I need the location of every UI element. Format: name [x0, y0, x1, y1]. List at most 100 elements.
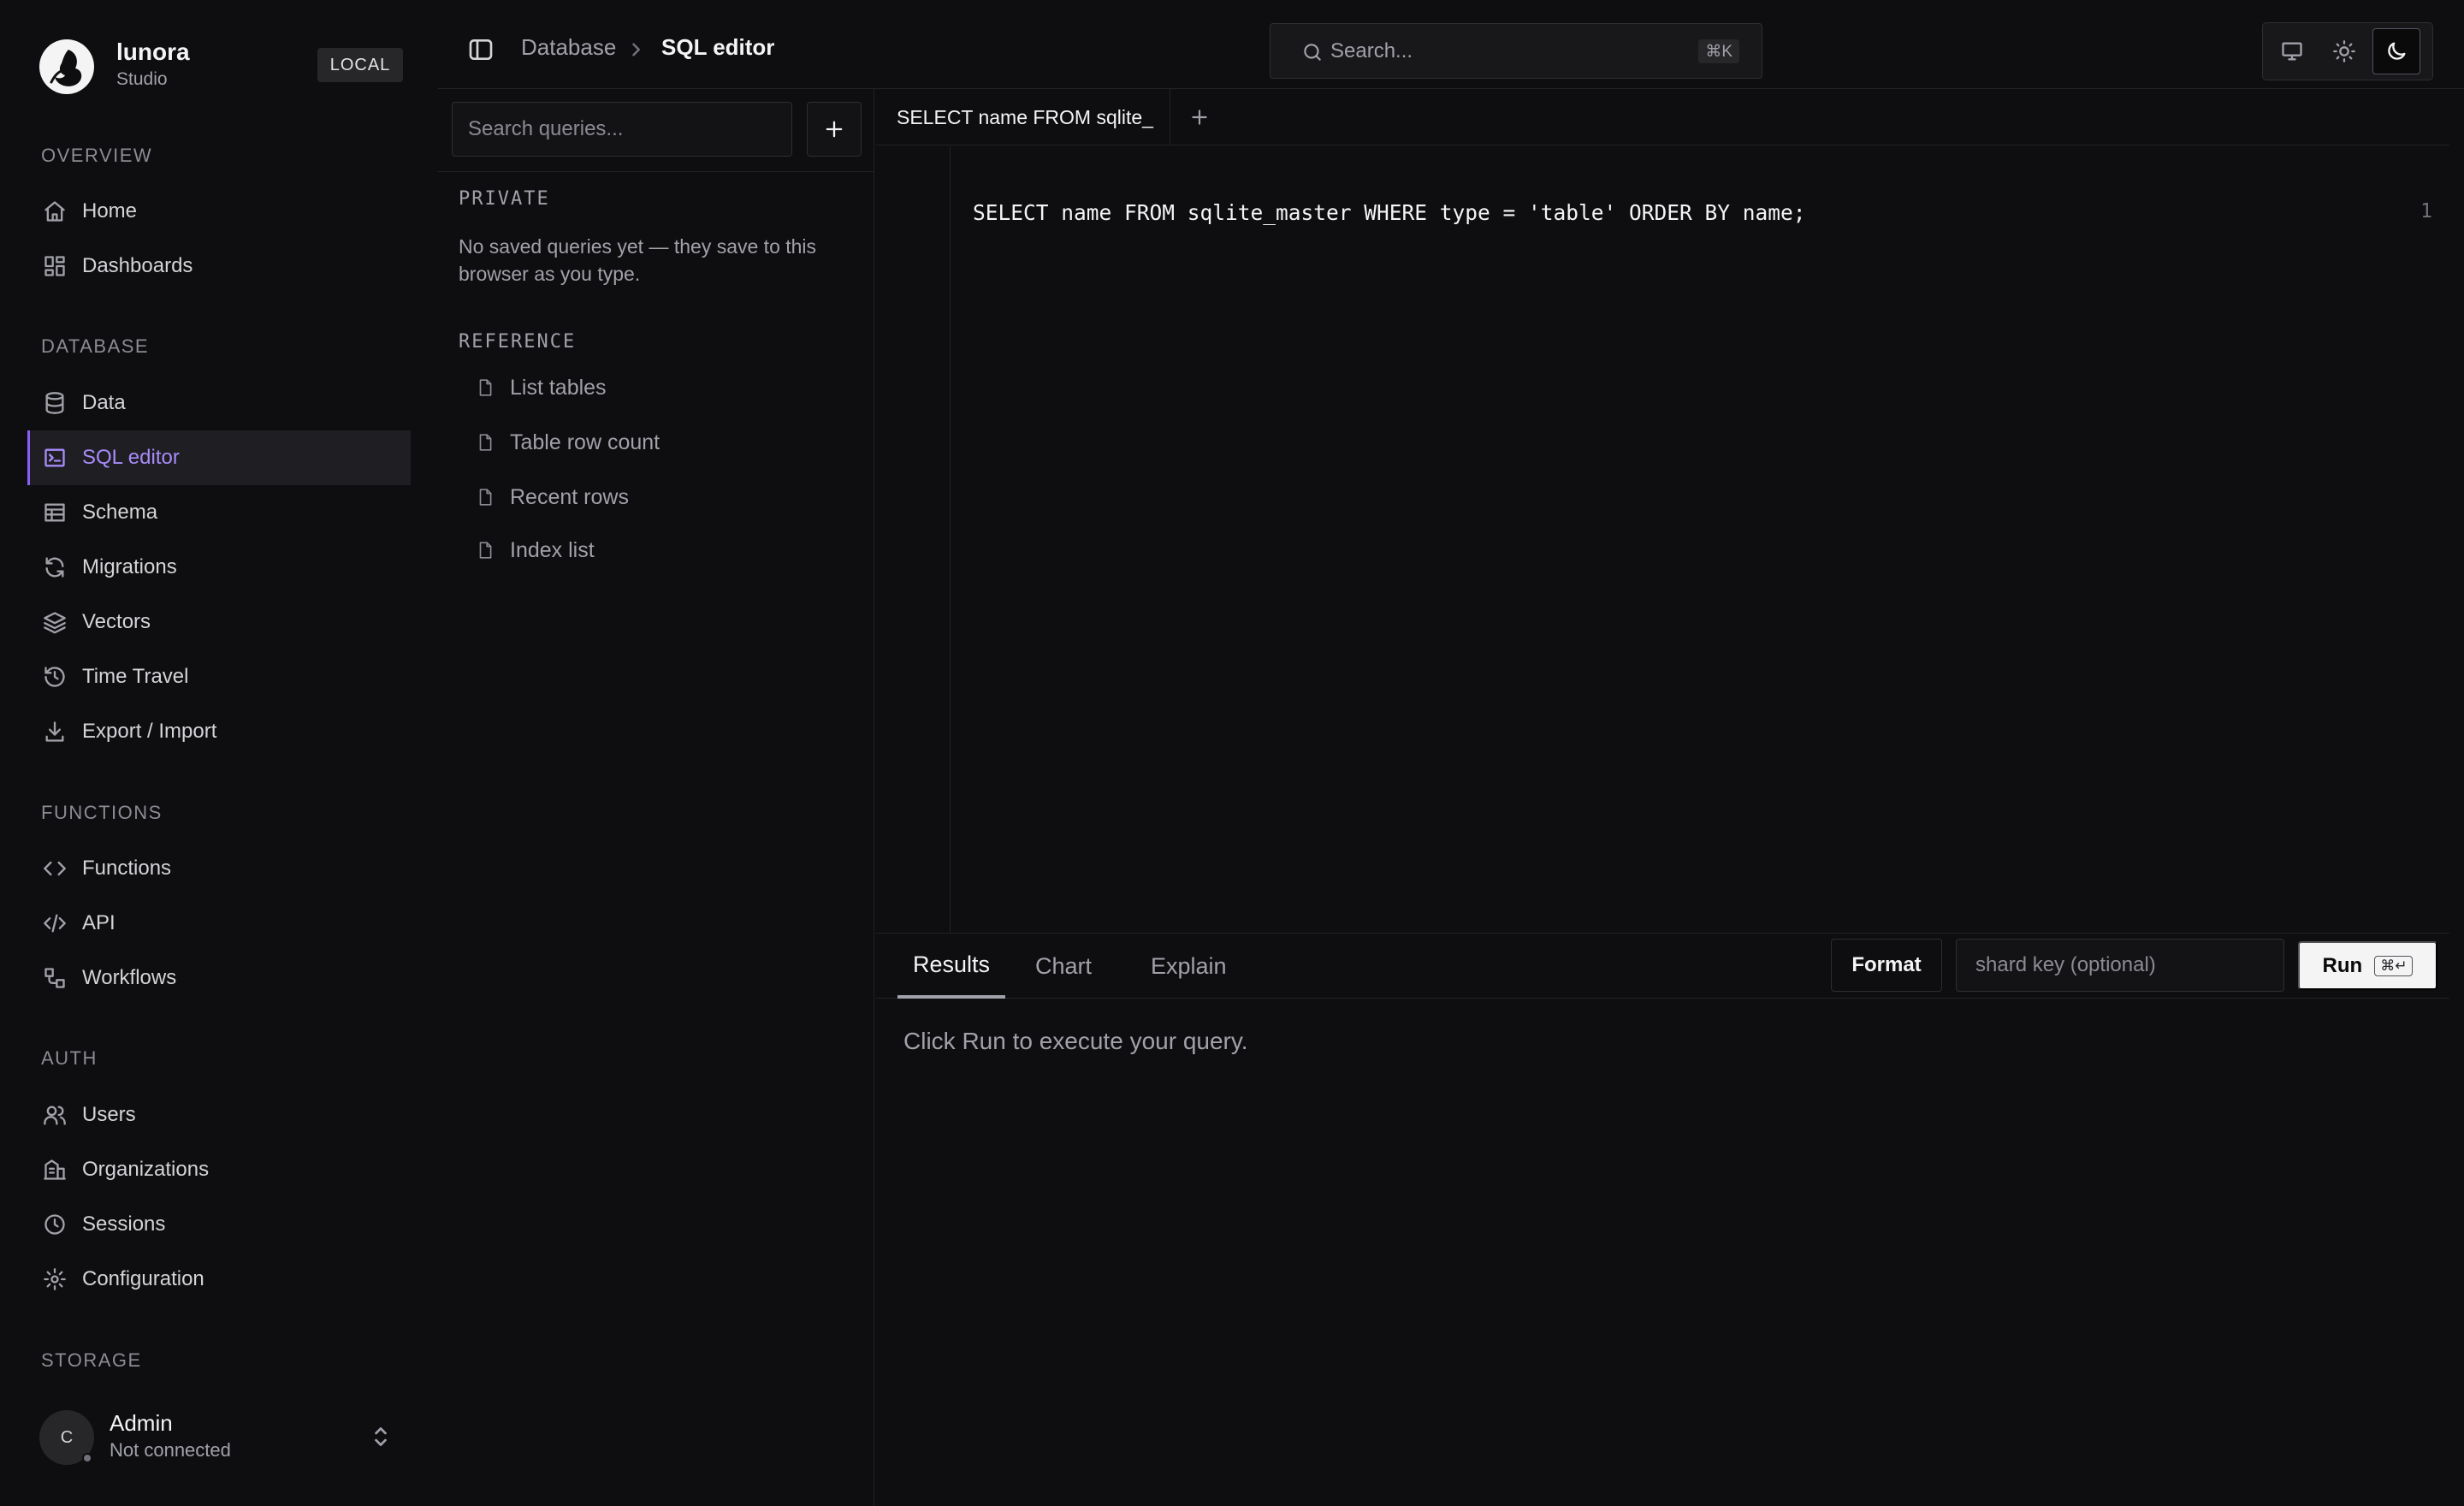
run-button[interactable]: Run ⌘↵ [2298, 941, 2437, 990]
reference-item-table-row-count[interactable]: Table row count [459, 421, 852, 464]
user-status: Not connected [110, 1439, 231, 1461]
query-search-input[interactable] [452, 102, 792, 157]
tab-explain[interactable]: Explain [1151, 934, 1227, 999]
nav-section-database: DATABASE [41, 335, 150, 357]
sidebar-item-dashboards[interactable]: Dashboards [27, 239, 411, 293]
plus-icon [822, 117, 846, 141]
sidebar-item-schema[interactable]: Schema [27, 485, 411, 540]
home-icon [43, 199, 67, 223]
plus-icon [1188, 106, 1211, 128]
sidebar-item-label: API [82, 911, 116, 934]
top-bar: Database SQL editor Search... ⌘K [438, 0, 2464, 89]
sidebar-toggle-icon[interactable] [467, 36, 495, 63]
sidebar-item-home[interactable]: Home [27, 184, 411, 239]
brand-subtitle: Studio [116, 69, 168, 89]
sidebar-item-label: Workflows [82, 966, 177, 989]
new-query-button[interactable] [807, 102, 862, 157]
sidebar-item-label: Dashboards [82, 254, 193, 277]
reference-item-index-list[interactable]: Index list [459, 529, 852, 572]
theme-light-button[interactable] [2320, 28, 2368, 74]
sidebar-item-api[interactable]: API [27, 896, 411, 951]
refresh-icon [43, 555, 67, 579]
file-icon [477, 541, 493, 560]
sidebar-item-label: Export / Import [82, 720, 217, 743]
search-icon [1301, 41, 1324, 63]
tab-results[interactable]: Results [897, 934, 1005, 999]
sidebar-item-label: SQL editor [82, 446, 180, 469]
file-icon [477, 433, 493, 452]
sidebar-item-organizations[interactable]: Organizations [27, 1142, 411, 1197]
reference-item-label: Table row count [510, 430, 660, 454]
theme-system-button[interactable] [2268, 28, 2316, 74]
results-empty-message: Click Run to execute your query. [903, 1028, 1248, 1054]
sidebar-item-label: Time Travel [82, 665, 189, 688]
nav-section-overview: OVERVIEW [41, 145, 153, 166]
download-icon [43, 720, 67, 744]
terminal-icon [43, 446, 67, 470]
reference-item-label: List tables [510, 375, 607, 400]
sidebar-item-time-travel[interactable]: Time Travel [27, 649, 411, 704]
run-shortcut: ⌘↵ [2374, 955, 2414, 976]
workflow-icon [43, 966, 67, 990]
sidebar-item-users[interactable]: Users [27, 1088, 411, 1142]
api-icon [43, 911, 67, 935]
search-placeholder: Search... [1330, 39, 1413, 62]
lunora-logo [39, 39, 94, 94]
editor-tab[interactable]: SELECT name FROM sqlite_ [875, 89, 1170, 145]
sun-icon [2332, 39, 2356, 63]
queries-panel: PRIVATE No saved queries yet — they save… [438, 89, 874, 1506]
dashboard-icon [43, 254, 67, 278]
sidebar-item-label: Vectors [82, 610, 151, 633]
results-panel: Results Chart Explain Format Run ⌘↵ Clic… [875, 933, 2449, 1506]
editor-tab-bar: SELECT name FROM sqlite_ [875, 89, 2449, 145]
code-icon [43, 857, 67, 880]
chevron-up-down-icon [371, 1424, 390, 1450]
code-editor-line[interactable]: SELECT name FROM sqlite_master WHERE typ… [973, 200, 1806, 225]
monitor-icon [2280, 39, 2304, 63]
sidebar-item-label: Functions [82, 857, 172, 880]
add-tab-button[interactable] [1185, 103, 1214, 132]
file-icon [477, 488, 493, 507]
sidebar-item-label: Organizations [82, 1158, 210, 1181]
chevron-right-icon [628, 41, 643, 58]
sidebar-item-label: Users [82, 1103, 136, 1126]
run-label: Run [2322, 953, 2363, 977]
sidebar-item-configuration[interactable]: Configuration [27, 1252, 411, 1307]
private-empty-message: No saved queries yet — they save to this… [459, 235, 817, 285]
private-label: PRIVATE [459, 188, 550, 210]
user-menu[interactable]: C Admin Not connected [39, 1403, 399, 1472]
environment-badge: LOCAL [317, 48, 403, 82]
sidebar-item-workflows[interactable]: Workflows [27, 951, 411, 1005]
global-search[interactable]: Search... ⌘K [1270, 23, 1762, 79]
history-icon [43, 665, 67, 689]
shard-key-input[interactable] [1956, 939, 2284, 992]
sidebar-item-vectors[interactable]: Vectors [27, 595, 411, 649]
theme-switcher [2262, 22, 2433, 80]
reference-item-recent-rows[interactable]: Recent rows [459, 476, 852, 519]
sidebar-item-data[interactable]: Data [27, 376, 411, 430]
file-icon [477, 378, 493, 397]
brand[interactable]: lunora Studio LOCAL [39, 36, 416, 96]
sidebar-item-sql-editor[interactable]: SQL editor [27, 430, 411, 485]
sidebar-item-label: Home [82, 199, 138, 222]
reference-item-label: Recent rows [510, 484, 629, 509]
reference-item-list-tables[interactable]: List tables [459, 366, 852, 409]
breadcrumb-database[interactable]: Database [521, 34, 616, 61]
results-tab-bar: Results Chart Explain Format Run ⌘↵ [875, 934, 2449, 999]
sidebar-item-export-import[interactable]: Export / Import [27, 704, 411, 759]
sidebar-item-sessions[interactable]: Sessions [27, 1197, 411, 1252]
sidebar-item-label: Migrations [82, 555, 177, 578]
sidebar-item-migrations[interactable]: Migrations [27, 540, 411, 595]
sidebar-item-functions[interactable]: Functions [27, 841, 411, 896]
tab-chart[interactable]: Chart [1035, 934, 1092, 999]
sidebar-item-label: Data [82, 391, 126, 414]
format-button[interactable]: Format [1831, 939, 1942, 992]
users-icon [43, 1103, 67, 1127]
reference-label: REFERENCE [459, 331, 577, 353]
gear-icon [43, 1267, 67, 1291]
layers-icon [43, 610, 67, 634]
theme-dark-button[interactable] [2372, 28, 2420, 74]
breadcrumb-current: SQL editor [661, 34, 775, 60]
reference-item-label: Index list [510, 537, 595, 562]
table-icon [43, 501, 67, 525]
